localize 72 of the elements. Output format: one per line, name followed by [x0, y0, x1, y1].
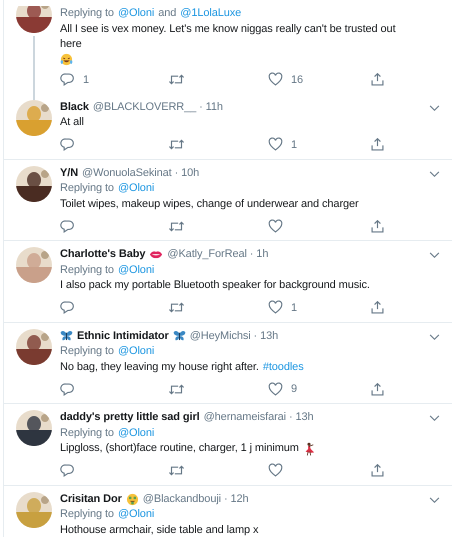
share-icon[interactable] [370, 218, 385, 234]
reply-label: Replying to [60, 6, 114, 21]
reply-label: and [158, 6, 176, 21]
chevron-down-icon[interactable] [429, 334, 440, 340]
laughing-emoji-icon [60, 52, 73, 66]
handle-time: @WonuolaSekinat · 10h [82, 166, 200, 180]
mention-link[interactable]: @Oloni [118, 262, 154, 278]
reply-icon[interactable] [60, 300, 75, 315]
handle-time: @BLACKLOVERR__ · 11h [92, 100, 223, 114]
mention-link[interactable]: @Oloni [118, 6, 154, 22]
share-icon[interactable] [370, 137, 385, 152]
share-icon[interactable] [370, 382, 385, 396]
heart-icon[interactable] [268, 382, 283, 396]
money-face-icon [126, 492, 139, 506]
retweet-icon[interactable] [168, 300, 185, 315]
like-count: 1 [291, 138, 298, 150]
retweet-icon[interactable] [168, 137, 185, 152]
reply-label: Replying to [60, 344, 114, 359]
chevron-down-icon[interactable] [429, 170, 440, 178]
share-icon[interactable] [370, 72, 385, 87]
handle-time: @hernameisfarai · 13h [204, 410, 314, 425]
mention-link[interactable]: @Oloni [118, 344, 154, 360]
tweet-text: All I see is vex money. Let's me know niggas really can't be trusted out here [60, 22, 397, 52]
author-name[interactable]: Black [60, 100, 89, 115]
mention-link[interactable]: @Oloni [118, 181, 154, 196]
like-count: 16 [291, 74, 304, 86]
chevron-down-icon[interactable] [429, 496, 440, 504]
mention-link[interactable]: @1LolaLuxe [180, 6, 242, 22]
reply-count: 1 [83, 74, 90, 86]
reply-icon[interactable] [60, 382, 75, 396]
reply-icon[interactable] [60, 218, 75, 234]
handle-time: @Katly_ForReal · 1h [167, 247, 268, 262]
author-name[interactable]: daddy's pretty little sad girl [60, 410, 200, 426]
chevron-down-icon[interactable] [429, 415, 440, 422]
reply-icon[interactable] [60, 137, 75, 152]
handle-time: @Blackandbouji · 12h [142, 492, 249, 506]
tweet-text: At all [60, 115, 84, 130]
share-icon[interactable] [370, 463, 385, 478]
author-name[interactable]: Ethnic Intimidator [77, 328, 169, 344]
heart-icon[interactable] [268, 72, 283, 87]
mention-link[interactable]: @Oloni [118, 507, 154, 522]
author-name[interactable]: Crisitan Dor [60, 492, 122, 507]
tweet-text: Lipgloss, (short)face routine, charger, 1 j minimum [60, 441, 299, 456]
chevron-down-icon[interactable] [429, 104, 440, 112]
reply-label: Replying to [60, 507, 114, 522]
butterfly-icon [60, 330, 73, 342]
tweet-text: No bag, they leaving my house right after. [60, 360, 259, 374]
mention-link[interactable]: @Oloni [118, 426, 154, 441]
chevron-down-icon[interactable] [429, 252, 440, 259]
tweet-text: I also pack my portable Bluetooth speaker for background music. [60, 278, 370, 293]
heart-icon[interactable] [268, 218, 283, 234]
tweet-text: Hothouse armchair, side table and lamp x [60, 522, 258, 537]
like-count: 1 [291, 302, 298, 314]
retweet-icon[interactable] [168, 72, 185, 87]
retweet-icon[interactable] [168, 463, 185, 478]
tweet-text: Toilet wipes, makeup wipes, change of underwear and charger [60, 196, 359, 212]
author-name[interactable]: Y/N [60, 166, 78, 181]
lips-icon [149, 249, 164, 260]
reply-label: Replying to [60, 426, 114, 440]
reply-label: Replying to [60, 262, 114, 278]
like-count: 9 [291, 383, 298, 395]
butterfly-icon [172, 330, 186, 342]
reply-icon[interactable] [60, 72, 75, 87]
heart-icon[interactable] [268, 300, 283, 315]
heart-icon[interactable] [268, 463, 283, 478]
reply-label: Replying to [60, 181, 114, 196]
share-icon[interactable] [370, 300, 385, 315]
reply-icon[interactable] [60, 463, 75, 478]
heart-icon[interactable] [268, 137, 283, 152]
handle-time: @HeyMichsi · 13h [190, 328, 278, 344]
author-name[interactable]: Charlotte's Baby [60, 247, 146, 262]
hashtag-link[interactable]: #toodles [262, 360, 304, 375]
